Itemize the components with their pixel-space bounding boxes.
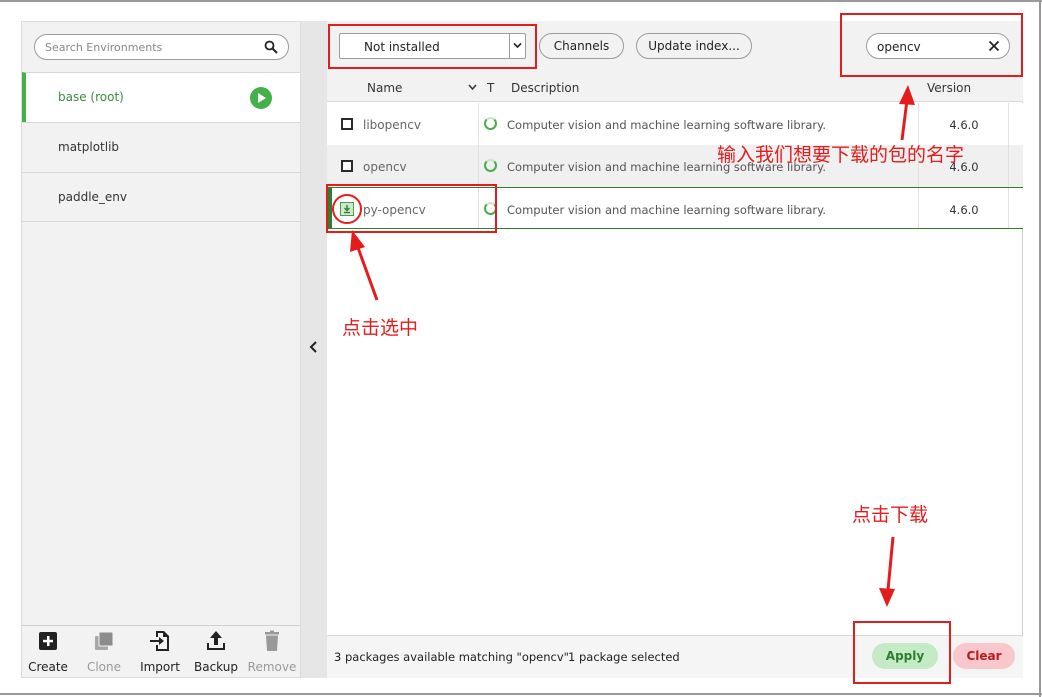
select-annotation-text: 点击选中 (342, 317, 419, 339)
arrow-head-search (899, 85, 915, 105)
arrow-to-search (900, 99, 909, 141)
annotation-arrows (350, 85, 915, 607)
apply-annotation-text: 点击下载 (852, 504, 929, 526)
arrow-head-checkbox (350, 230, 365, 252)
arrow-to-apply (886, 536, 895, 591)
arrow-to-checkbox (355, 244, 379, 301)
search-annotation-text: 输入我们想要下载的包的名字 (717, 144, 965, 166)
arrow-head-apply (879, 588, 895, 607)
